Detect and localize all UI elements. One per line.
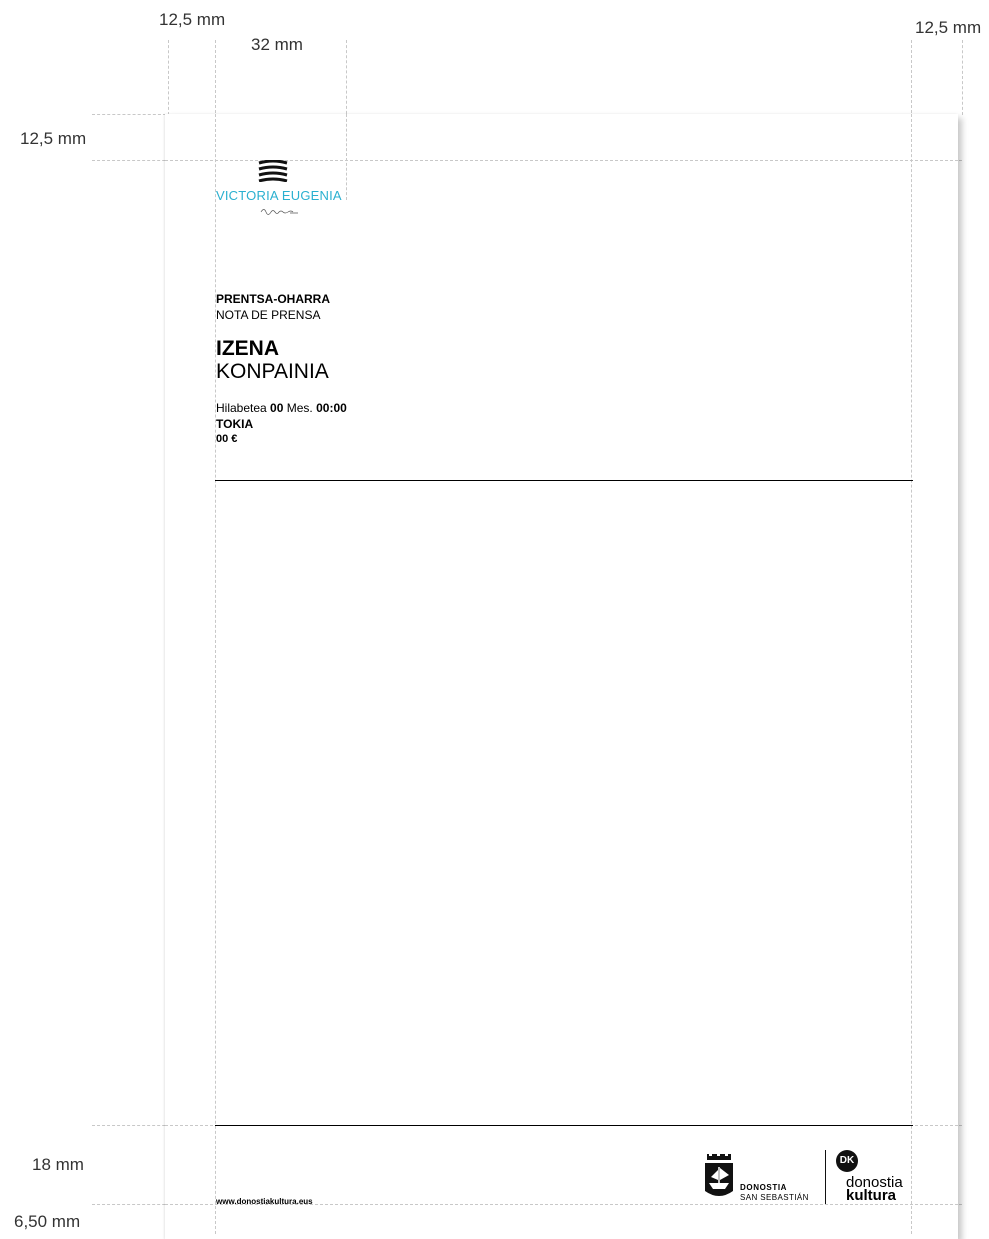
footer-website: www.donostiakultura.eus: [216, 1197, 313, 1206]
city-crest-icon: [705, 1153, 733, 1196]
wave-bars-icon: [258, 160, 288, 182]
venue-name: VICTORIA EUGENIA: [216, 188, 342, 203]
dk-badge-icon: DK: [836, 1150, 858, 1172]
guide-top-outer: [92, 114, 166, 115]
date-month-label: Hilabetea: [216, 401, 267, 415]
guide-right-content-overlay: [911, 114, 912, 1234]
guide-left-content-overlay: [215, 114, 216, 1234]
date-time: 00:00: [316, 401, 347, 415]
dim-top-margin: 12,5 mm: [20, 129, 87, 148]
dim-right-margin: 12,5 mm: [915, 18, 982, 37]
dk-line2: kultura: [846, 1187, 897, 1204]
guide-logo-right-overlay: [346, 114, 347, 200]
header-divider: [215, 480, 913, 481]
press-label-eu: PRENTSA-OHARRA: [216, 292, 330, 306]
donostia-kultura-logo: DK donostia kultura: [834, 1150, 912, 1204]
date-day: 00: [270, 401, 284, 415]
venue-tagline-signature: [260, 209, 298, 215]
city-logo-line2: SAN SEBASTIÁN: [740, 1193, 809, 1202]
dim-logo-width: 32 mm: [251, 35, 303, 54]
logo-separator: [825, 1150, 826, 1204]
city-council-logo: DONOSTIA SAN SEBASTIÁN: [703, 1153, 818, 1203]
dk-badge-text: DK: [839, 1155, 855, 1166]
event-place: TOKIA: [216, 417, 254, 431]
venue-logo: VICTORIA EUGENIA: [216, 158, 345, 218]
press-label-es: NOTA DE PRENSA: [216, 308, 321, 322]
guide-left-outer: [168, 40, 169, 115]
document-page: [165, 114, 958, 1239]
dim-footer-height: 18 mm: [32, 1155, 84, 1174]
event-name: IZENA: [216, 337, 279, 360]
event-date-line: Hilabetea 00 Mes. 00:00: [216, 401, 347, 415]
footer-divider: [215, 1125, 913, 1126]
dim-bottom-margin: 6,50 mm: [14, 1212, 81, 1231]
city-logo-line1: DONOSTIA: [740, 1183, 788, 1192]
guide-right-outer: [962, 40, 963, 115]
date-month-es: Mes.: [286, 401, 313, 415]
event-company: KONPAINIA: [216, 360, 329, 383]
event-price: 00 €: [216, 433, 238, 445]
dim-left-margin: 12,5 mm: [159, 10, 226, 29]
